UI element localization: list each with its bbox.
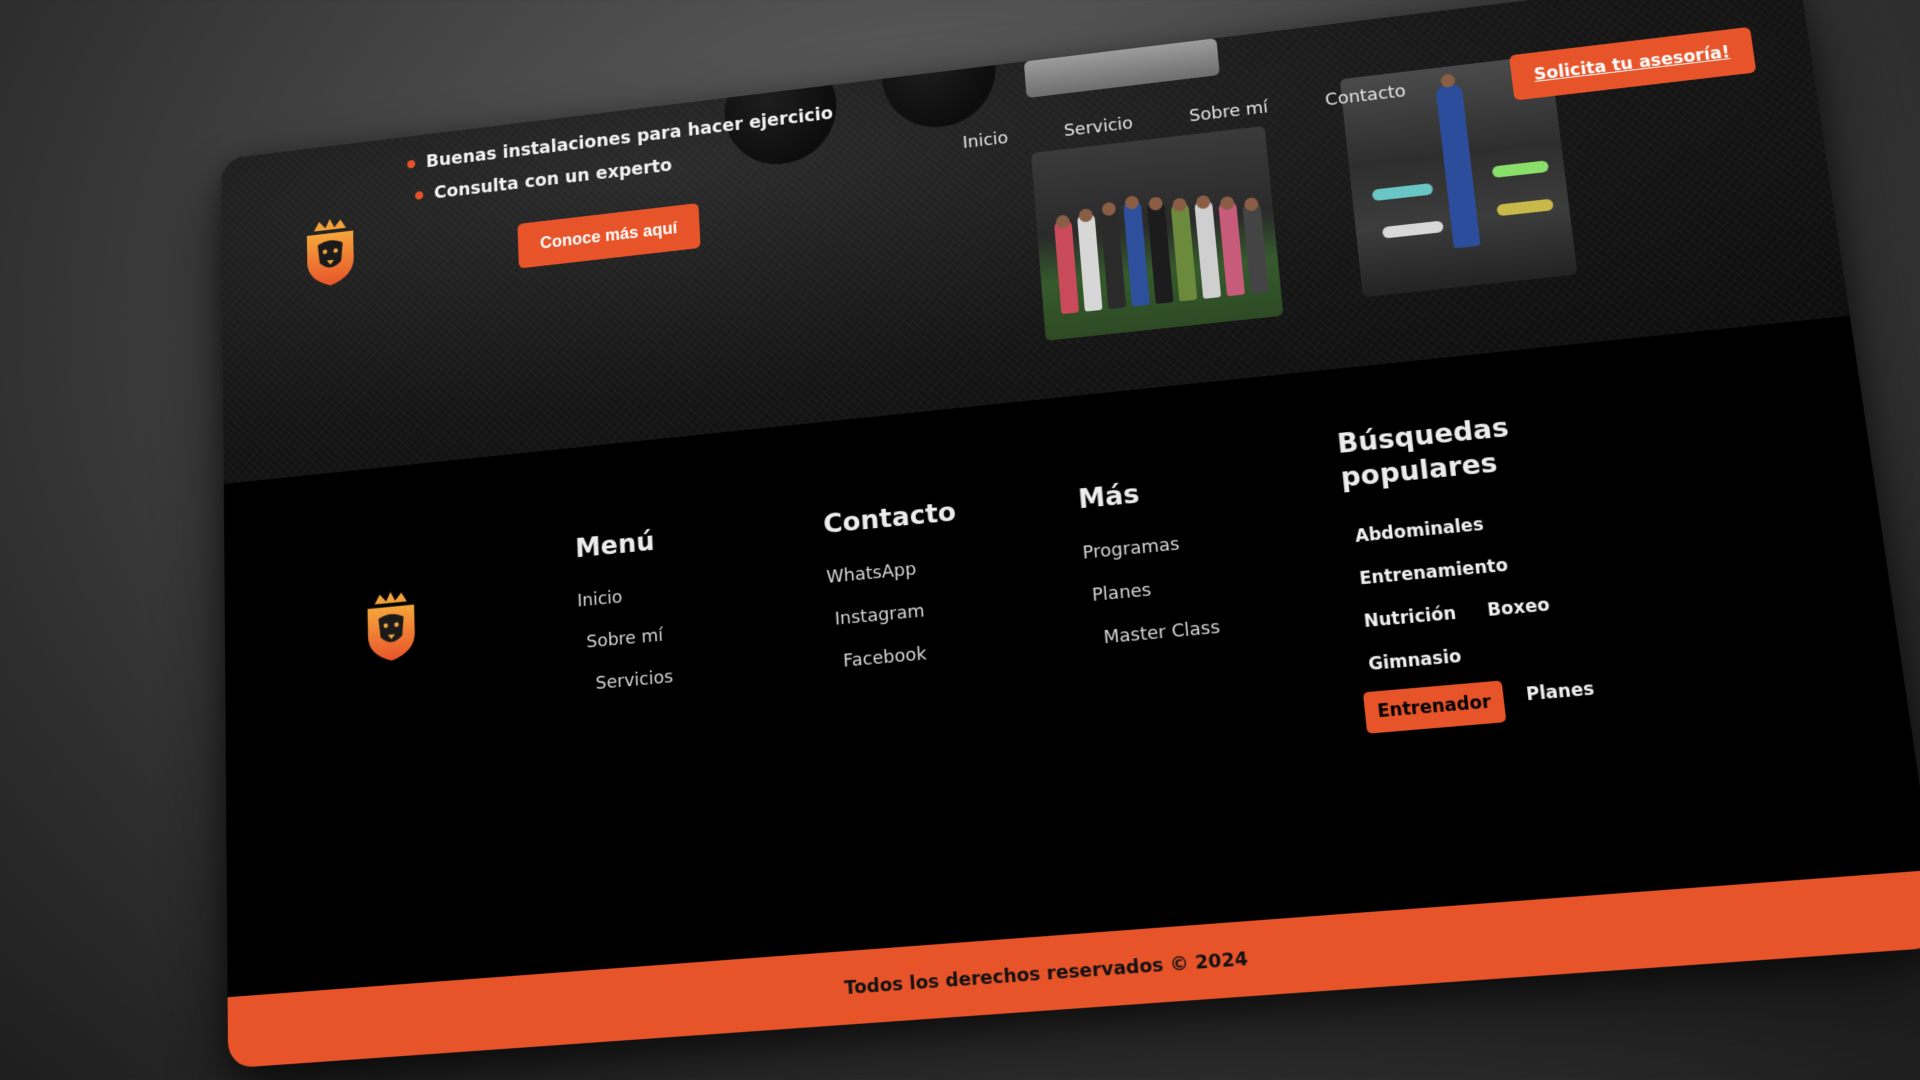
footer-contact-column: Contacto WhatsApp Instagram Facebook bbox=[822, 496, 968, 695]
bullet-icon bbox=[407, 159, 416, 169]
footer-popular-title: Búsquedas populares bbox=[1335, 412, 1511, 494]
footer-link-sobre-mi[interactable]: Sobre mí bbox=[578, 624, 671, 653]
lion-logo-icon[interactable] bbox=[301, 214, 359, 291]
footer-link-facebook[interactable]: Facebook bbox=[831, 640, 967, 673]
footer-more-title: Más bbox=[1077, 478, 1141, 516]
footer-link-servicios[interactable]: Servicios bbox=[580, 666, 673, 695]
footer-link-master-class[interactable]: Master Class bbox=[1089, 616, 1221, 649]
footer-link-whatsapp[interactable]: WhatsApp bbox=[826, 554, 961, 587]
footer-link-inicio[interactable]: Inicio bbox=[577, 582, 670, 612]
footer-menu-title: Menú bbox=[574, 526, 656, 565]
footer-menu-column: Menú Inicio Sobre mí Servicios bbox=[575, 524, 675, 716]
footer-link-programas[interactable]: Programas bbox=[1082, 530, 1213, 563]
footer-contact-title: Contacto bbox=[822, 496, 958, 541]
presentation-stage: Buenas instalaciones para hacer ejercici… bbox=[0, 0, 1920, 1080]
tag-planes[interactable]: Planes bbox=[1516, 671, 1606, 720]
footer-popular-column: Búsquedas populares Abdominales Entrenam… bbox=[1335, 401, 1644, 734]
group-photo bbox=[1031, 125, 1284, 341]
tag-entrenador[interactable]: Entrenador bbox=[1362, 679, 1506, 734]
website-mockup: Buenas instalaciones para hacer ejercici… bbox=[221, 0, 1920, 1069]
tag-boxeo[interactable]: Boxeo bbox=[1477, 588, 1560, 628]
popular-tags: Abdominales Entrenamiento Nutrición Boxe… bbox=[1345, 496, 1632, 734]
copyright-bar: Todos los derechos reservados © 2024 bbox=[227, 869, 1920, 1069]
bullet-icon bbox=[415, 190, 424, 200]
tag-gimnasio[interactable]: Gimnasio bbox=[1358, 639, 1471, 682]
footer-link-planes[interactable]: Planes bbox=[1085, 573, 1217, 606]
footer-link-instagram[interactable]: Instagram bbox=[828, 597, 963, 630]
tag-entrenamiento[interactable]: Entrenamiento bbox=[1350, 542, 1579, 595]
tag-nutricion[interactable]: Nutrición bbox=[1354, 596, 1466, 638]
copyright-text: Todos los derechos reservados © 2024 bbox=[843, 947, 1249, 999]
lion-logo-icon[interactable] bbox=[362, 587, 421, 665]
footer-more-column: Más Programas Planes Master Class bbox=[1077, 471, 1223, 671]
